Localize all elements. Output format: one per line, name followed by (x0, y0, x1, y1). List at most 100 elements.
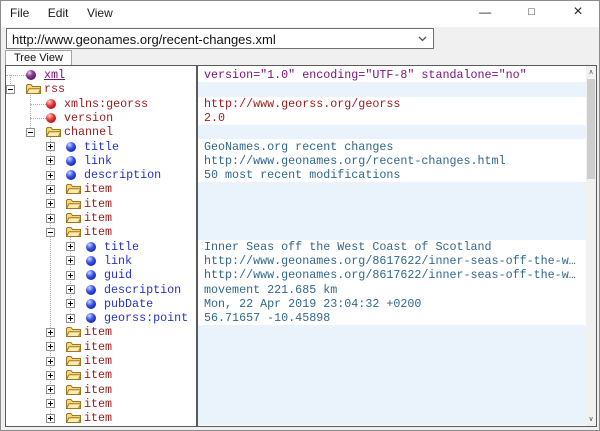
tree-node-item[interactable]: item (6, 354, 196, 368)
expand-icon[interactable] (46, 185, 55, 194)
maximize-icon[interactable]: □ (511, 1, 553, 25)
expand-icon[interactable] (46, 385, 55, 394)
tree-node-guid[interactable]: guid (6, 268, 196, 282)
tree-node-item[interactable]: item (6, 225, 196, 239)
value-row: 50 most recent modifications (198, 168, 586, 182)
expand-icon[interactable] (66, 256, 75, 265)
tree-node-label: description (104, 283, 181, 297)
expand-icon[interactable] (46, 171, 55, 180)
expand-icon[interactable] (46, 371, 55, 380)
menu-view[interactable]: View (80, 1, 120, 20)
expand-icon[interactable] (66, 285, 75, 294)
close-icon[interactable]: × (557, 1, 599, 25)
value-row-empty (198, 397, 586, 411)
folder-icon (66, 355, 81, 367)
value-row-empty (198, 225, 586, 239)
expand-icon[interactable] (46, 328, 55, 337)
expand-icon[interactable] (46, 414, 55, 423)
blue-ball-icon (86, 270, 96, 280)
expand-icon[interactable] (46, 342, 55, 351)
tab-tree-view[interactable]: Tree View (5, 50, 72, 65)
expand-icon[interactable] (46, 214, 55, 223)
tree-guide (6, 75, 26, 76)
value-row: movement 221.685 km (198, 283, 586, 297)
value-row-empty (198, 368, 586, 382)
tree-node-georss:point[interactable]: georss:point (6, 311, 196, 325)
tree-node-item[interactable]: item (6, 197, 196, 211)
expand-icon[interactable] (46, 142, 55, 151)
collapse-icon[interactable] (6, 85, 15, 94)
tree-node-label: channel (64, 125, 113, 139)
folder-icon (46, 126, 61, 138)
tree-node-item[interactable]: item (6, 368, 196, 382)
value-row-empty (198, 82, 586, 96)
xml-viewer-window: File Edit View — □ × Tree View xmlrssxml… (0, 0, 600, 431)
scroll-up-icon[interactable]: ∧ (586, 66, 596, 79)
value-row: http://www.geonames.org/8617622/inner-se… (198, 268, 586, 282)
url-combobox[interactable] (6, 28, 434, 49)
expand-icon[interactable] (46, 399, 55, 408)
value-row: GeoNames.org recent changes (198, 140, 586, 154)
tree-node-link[interactable]: link (6, 154, 196, 168)
collapse-icon[interactable] (26, 128, 35, 137)
expand-icon[interactable] (46, 199, 55, 208)
scrollbar-thumb[interactable] (587, 79, 595, 179)
value-row: Mon, 22 Apr 2019 23:04:32 +0200 (198, 297, 586, 311)
tree-node-label: link (84, 154, 112, 168)
minimize-icon[interactable]: — (464, 1, 506, 25)
tree-node-title[interactable]: title (6, 240, 196, 254)
tree-node-label: item (84, 397, 112, 411)
expand-icon[interactable] (66, 271, 75, 280)
tree-node-description[interactable]: description (6, 168, 196, 182)
tree-node-title[interactable]: title (6, 140, 196, 154)
value-row-empty (198, 325, 586, 339)
value-row-empty (198, 411, 586, 425)
expand-icon[interactable] (46, 156, 55, 165)
tree-node-label: item (84, 225, 112, 239)
tree-node-version[interactable]: version (6, 111, 196, 125)
collapse-icon[interactable] (46, 228, 55, 237)
tree-node-item[interactable]: item (6, 397, 196, 411)
tree-node-label: guid (104, 268, 132, 282)
expand-icon[interactable] (46, 357, 55, 366)
tree-node-label: rss (44, 82, 65, 96)
tree-node-label: description (84, 168, 161, 182)
folder-icon (66, 183, 81, 195)
tree-node-label: georss:point (104, 311, 188, 325)
tree-node-label: item (84, 182, 112, 196)
folder-icon (66, 198, 81, 210)
folder-icon (66, 341, 81, 353)
tree-node-xml[interactable]: xml (6, 68, 196, 82)
address-row (1, 27, 599, 51)
vertical-scrollbar[interactable]: ∧ ∨ (586, 66, 596, 426)
expand-icon[interactable] (66, 314, 75, 323)
tree-node-channel[interactable]: channel (6, 125, 196, 139)
menu-edit[interactable]: Edit (41, 1, 76, 20)
url-input[interactable] (7, 29, 411, 48)
menu-file[interactable]: File (3, 1, 36, 20)
tree-node-label: xml (44, 68, 65, 82)
blue-ball-icon (86, 299, 96, 309)
tree-node-item[interactable]: item (6, 182, 196, 196)
tree-node-item[interactable]: item (6, 325, 196, 339)
blue-ball-icon (66, 170, 76, 180)
tree-node-description[interactable]: description (6, 283, 196, 297)
chevron-down-icon[interactable] (411, 29, 433, 48)
tree-node-item[interactable]: item (6, 383, 196, 397)
value-row-empty (198, 383, 586, 397)
expand-icon[interactable] (66, 299, 75, 308)
scroll-down-icon[interactable]: ∨ (586, 413, 596, 426)
value-row: http://www.geonames.org/8617622/inner-se… (198, 254, 586, 268)
tree-node-pubDate[interactable]: pubDate (6, 297, 196, 311)
folder-icon (66, 384, 81, 396)
folder-icon (26, 83, 41, 95)
tree-node-item[interactable]: item (6, 340, 196, 354)
tree-node-xmlns:georss[interactable]: xmlns:georss (6, 97, 196, 111)
tree-node-label: version (64, 111, 113, 125)
tree-node-item[interactable]: item (6, 411, 196, 425)
tree-node-link[interactable]: link (6, 254, 196, 268)
tree-node-rss[interactable]: rss (6, 82, 196, 96)
tree-node-label: item (84, 411, 112, 425)
tree-node-item[interactable]: item (6, 211, 196, 225)
expand-icon[interactable] (66, 242, 75, 251)
